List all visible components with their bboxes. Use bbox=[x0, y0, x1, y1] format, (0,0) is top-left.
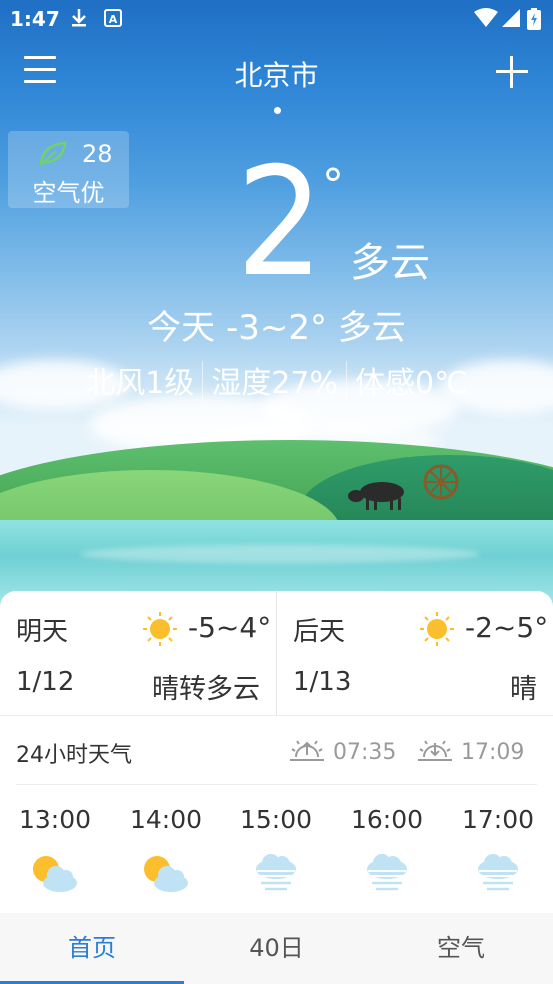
svg-text:A: A bbox=[109, 13, 118, 26]
haze-icon bbox=[367, 854, 407, 891]
humidity-text: 湿度27% bbox=[211, 366, 338, 401]
aqi-value: 28 bbox=[82, 140, 113, 168]
aqi-label: 空气优 bbox=[32, 179, 105, 207]
status-time: 1:47 bbox=[10, 7, 60, 31]
forecast-desc: 晴 bbox=[510, 674, 537, 705]
forecast-day: 明天 bbox=[16, 617, 69, 647]
add-city-button[interactable] bbox=[494, 54, 530, 90]
sunset-time: 17:09 bbox=[461, 740, 525, 765]
forecast-desc: 晴转多云 bbox=[152, 674, 260, 705]
tab-40-day-label: 40日 bbox=[249, 934, 304, 962]
forecast-tomorrow[interactable]: 明天 -5~4° 1/12 晴转多云 bbox=[0, 591, 276, 715]
haze-icon bbox=[256, 854, 296, 891]
partly-cloudy-icon bbox=[33, 856, 77, 892]
tab-home-label: 首页 bbox=[68, 934, 116, 962]
sunset-icon bbox=[418, 740, 452, 761]
tab-air[interactable]: 空气 bbox=[369, 913, 553, 984]
air-quality-badge[interactable]: 28 空气优 bbox=[8, 131, 129, 208]
waterwheel-illustration bbox=[423, 464, 459, 500]
forecast-range: -5~4° bbox=[188, 611, 272, 644]
hourly-title: 24小时天气 bbox=[16, 743, 132, 768]
forecast-date: 1/13 bbox=[293, 667, 352, 697]
tab-home[interactable]: 首页 bbox=[0, 913, 184, 984]
forecast-date: 1/12 bbox=[16, 667, 75, 697]
leaf-icon bbox=[39, 141, 67, 166]
forecast-day: 后天 bbox=[293, 617, 346, 647]
forecast-range: -2~5° bbox=[465, 611, 549, 644]
status-bar: 1:47 A bbox=[0, 0, 553, 36]
partly-cloudy-icon bbox=[144, 856, 188, 892]
current-condition: 多云 bbox=[350, 240, 430, 286]
sunny-icon bbox=[420, 612, 454, 646]
hourly-time: 16:00 bbox=[350, 805, 424, 834]
sunrise-time: 07:35 bbox=[333, 740, 397, 765]
today-summary: 今天 -3~2° 多云 bbox=[147, 308, 406, 348]
app-notification-icon: A bbox=[104, 9, 122, 27]
sunny-icon bbox=[143, 612, 177, 646]
haze-icon bbox=[478, 854, 518, 891]
cow-illustration bbox=[348, 482, 404, 510]
signal-icon bbox=[502, 9, 520, 27]
bottom-nav: 首页 40日 空气 bbox=[0, 913, 553, 984]
wind-text: 北风1级 bbox=[85, 366, 195, 401]
hourly-time: 13:00 bbox=[18, 805, 92, 834]
wifi-icon bbox=[474, 8, 498, 27]
feels-like-text: 体感0℃ bbox=[355, 366, 468, 401]
forecast-day-after[interactable]: 后天 -2~5° 1/13 晴 bbox=[277, 591, 553, 715]
sunset-info: 17:09 bbox=[416, 735, 524, 765]
degree-symbol: ° bbox=[322, 160, 344, 211]
city-title[interactable]: 北京市 bbox=[0, 54, 553, 94]
weather-details: 北风1级 湿度27% 体感0℃ bbox=[0, 358, 553, 402]
sunrise-info: 07:35 bbox=[288, 735, 396, 765]
tab-40-day[interactable]: 40日 bbox=[184, 913, 369, 984]
hourly-time: 14:00 bbox=[129, 805, 203, 834]
current-temperature: 2 bbox=[236, 136, 324, 310]
sunrise-icon bbox=[290, 740, 324, 761]
hourly-time: 15:00 bbox=[239, 805, 313, 834]
tab-air-label: 空气 bbox=[437, 934, 485, 962]
download-icon bbox=[72, 9, 86, 27]
battery-icon bbox=[527, 8, 541, 30]
hourly-time: 17:00 bbox=[461, 805, 535, 834]
page-indicator-dot bbox=[274, 107, 281, 114]
